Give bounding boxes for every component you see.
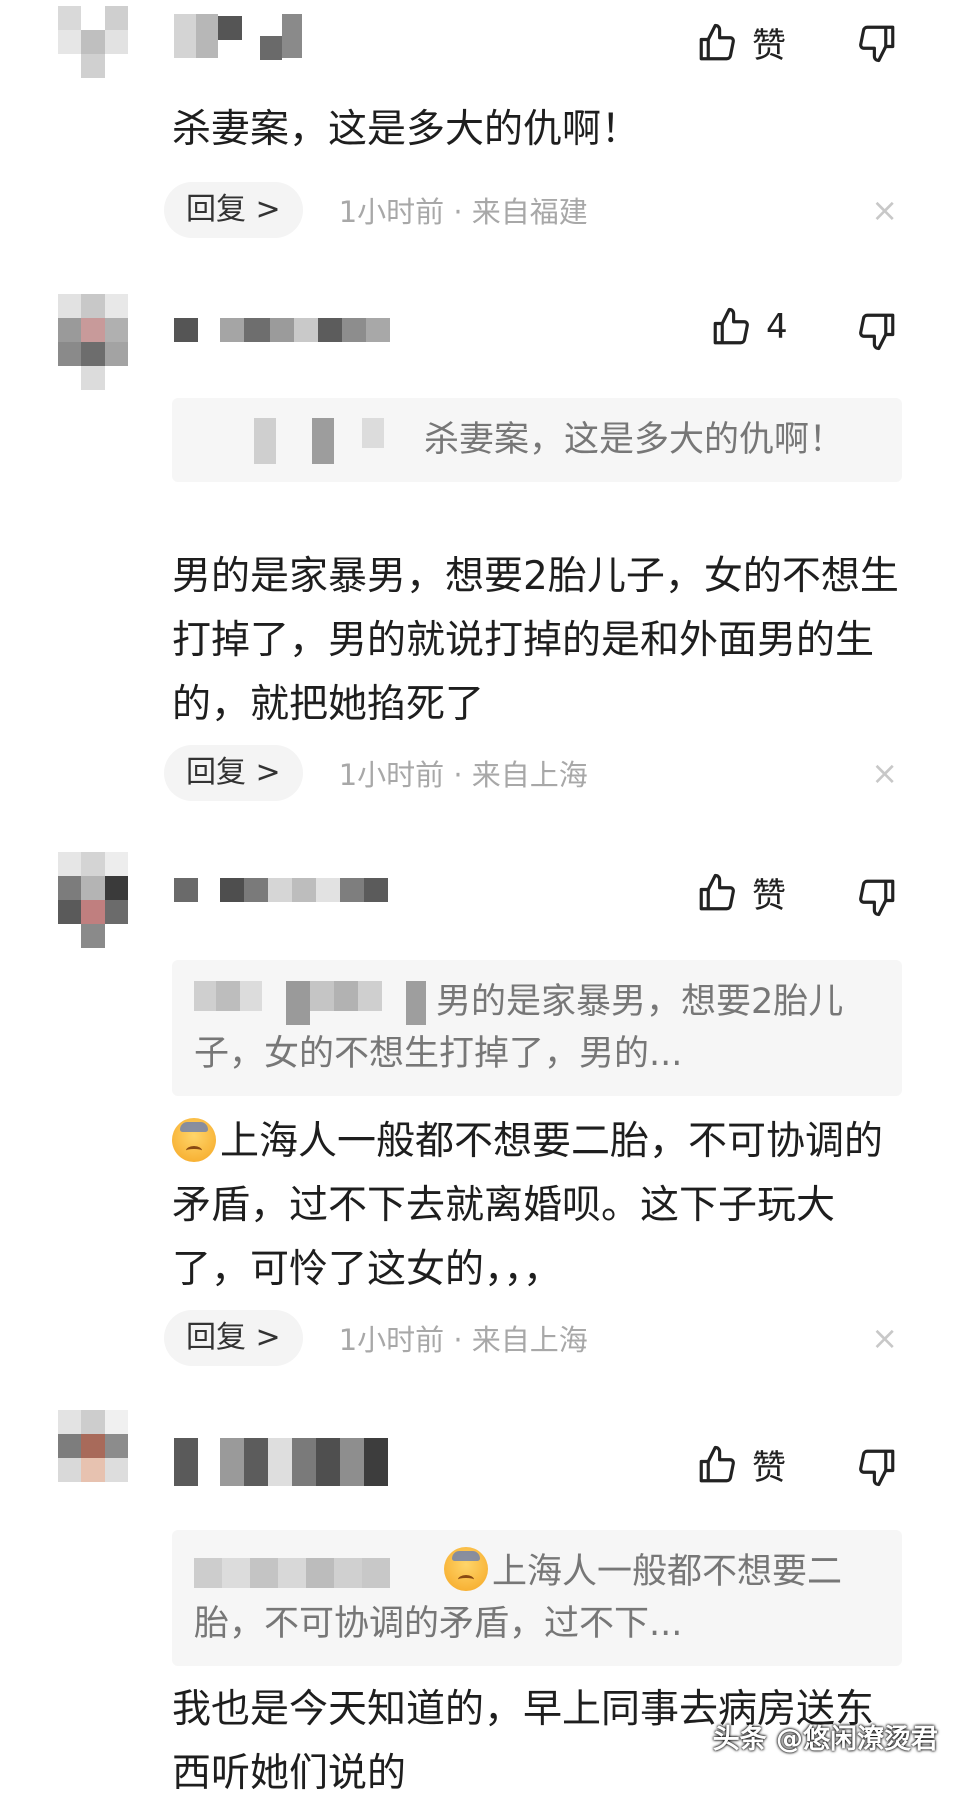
avatar[interactable] xyxy=(58,1410,128,1506)
thumbs-up-icon xyxy=(699,23,735,60)
watermark: 头条 @悠闲潦烫君 xyxy=(712,1724,938,1755)
comment-text: 上海人一般都不想要二胎，不可协调的矛盾，过不下去就离婚呗。这下子玩大了，可怜了这… xyxy=(172,1110,912,1302)
username-blurred[interactable] xyxy=(174,1438,388,1486)
avatar[interactable] xyxy=(58,852,128,948)
sad-sweat-emoji-icon xyxy=(444,1547,488,1591)
quoted-username-blurred xyxy=(194,418,414,464)
reply-button[interactable]: 回复 > xyxy=(164,182,303,238)
quoted-reply[interactable]: 杀妻案，这是多大的仇啊！ xyxy=(172,398,902,482)
like-count: 4 xyxy=(766,307,788,347)
sad-sweat-emoji-icon xyxy=(172,1118,216,1162)
dislike-button[interactable] xyxy=(856,310,898,356)
like-button[interactable]: 赞 xyxy=(696,18,786,67)
like-button[interactable]: 4 xyxy=(710,306,788,348)
reply-button[interactable]: 回复 > xyxy=(164,1310,303,1366)
dislike-button[interactable] xyxy=(856,876,898,922)
close-icon[interactable]: × xyxy=(871,754,898,792)
thumbs-down-icon xyxy=(859,1449,895,1487)
quoted-username-blurred xyxy=(194,981,426,1025)
thumbs-up-icon xyxy=(713,307,749,345)
comment-text: 杀妻案，这是多大的仇啊！ xyxy=(172,107,641,152)
thumbs-up-icon xyxy=(699,1445,735,1482)
dislike-button[interactable] xyxy=(856,1446,898,1492)
quoted-reply[interactable]: 男的是家暴男，想要2胎儿子，女的不想生打掉了，男的... xyxy=(172,960,902,1096)
comment-text-content: 上海人一般都不想要二胎，不可协调的矛盾，过不下去就离婚呗。这下子玩大了，可怜了这… xyxy=(172,1119,884,1292)
like-count: 赞 xyxy=(752,1448,786,1488)
quoted-reply[interactable]: 上海人一般都不想要二胎，不可协调的矛盾，过不下... xyxy=(172,1530,902,1666)
time-location: 1小时前 · 来自福建 xyxy=(338,195,588,229)
quoted-username-blurred xyxy=(194,1558,434,1588)
like-count: 赞 xyxy=(752,876,786,916)
comment-meta: 回复 > 1小时前 · 来自上海 × xyxy=(164,745,912,801)
time-location: 1小时前 · 来自上海 xyxy=(338,1323,588,1357)
time-location: 1小时前 · 来自上海 xyxy=(338,758,588,792)
username-blurred[interactable] xyxy=(174,306,390,354)
like-count: 赞 xyxy=(752,26,786,66)
avatar[interactable] xyxy=(58,6,128,102)
like-button[interactable]: 赞 xyxy=(696,868,786,917)
thumbs-down-icon xyxy=(859,25,895,63)
comment-text: 男的是家暴男，想要2胎儿子，女的不想生打掉了，男的就说打掉的是和外面男的生的，就… xyxy=(172,554,899,727)
dislike-button[interactable] xyxy=(856,22,898,68)
username-blurred[interactable] xyxy=(174,12,302,60)
thumbs-down-icon xyxy=(859,313,895,351)
close-icon[interactable]: × xyxy=(871,1319,898,1357)
thumbs-down-icon xyxy=(859,879,895,917)
like-button[interactable]: 赞 xyxy=(696,1440,786,1489)
close-icon[interactable]: × xyxy=(871,191,898,229)
comment-meta: 回复 > 1小时前 · 来自上海 × xyxy=(164,1310,912,1366)
username-blurred[interactable] xyxy=(174,866,388,914)
avatar[interactable] xyxy=(58,294,128,390)
quoted-text: 杀妻案，这是多大的仇啊！ xyxy=(424,420,845,460)
thumbs-up-icon xyxy=(699,873,735,910)
comment-meta: 回复 > 1小时前 · 来自福建 × xyxy=(164,182,912,238)
reply-button[interactable]: 回复 > xyxy=(164,745,303,801)
